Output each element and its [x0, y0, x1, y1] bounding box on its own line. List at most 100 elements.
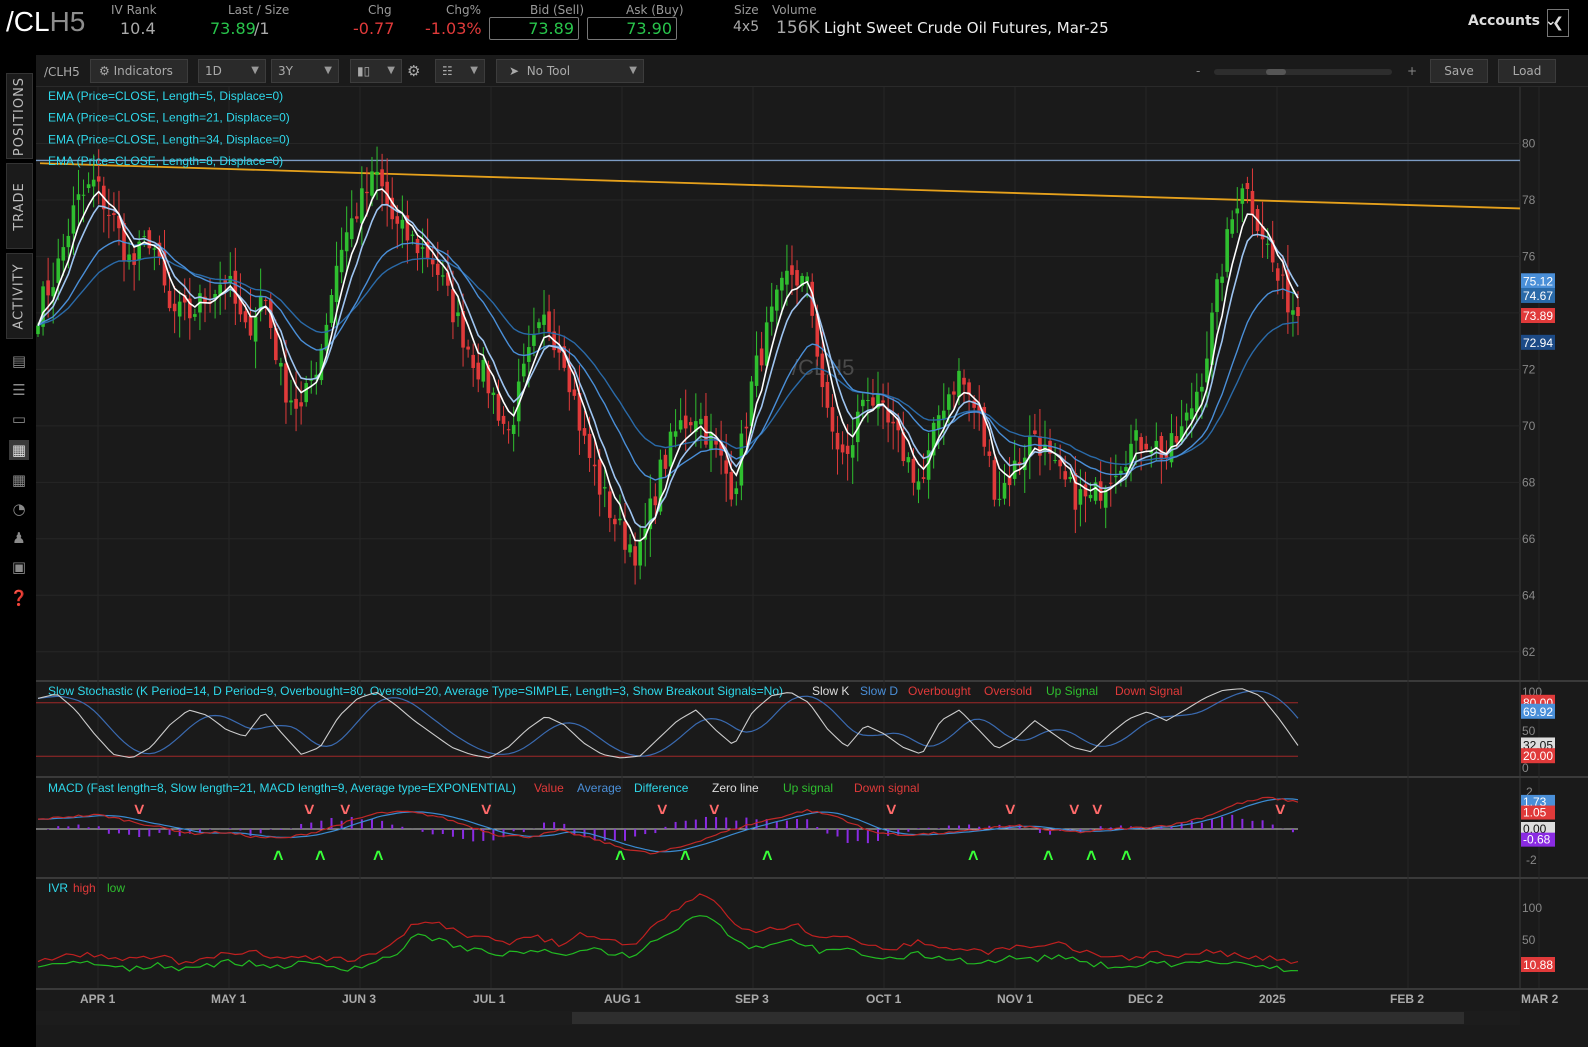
candle-body: [987, 451, 992, 456]
candle-body: [506, 429, 511, 431]
candle-body: [633, 546, 637, 566]
candle-body: [957, 370, 961, 398]
gauge-icon[interactable]: ◔: [9, 499, 29, 519]
time-tick-label: FEB 2: [1390, 992, 1424, 1006]
candle-body: [299, 402, 303, 407]
tv-icon[interactable]: ▭: [9, 409, 29, 429]
candle-body: [962, 377, 966, 385]
time-tick-label: MAR 2: [1521, 992, 1559, 1006]
candle-body: [36, 325, 40, 335]
price-tick-label: 62: [1522, 645, 1536, 659]
stochastic-legend-entry: Oversold: [984, 684, 1032, 698]
people-icon[interactable]: ♟: [9, 528, 29, 548]
ivr-legend-high: high: [73, 881, 96, 895]
calendar-icon[interactable]: ▣: [9, 557, 29, 577]
candle-body: [891, 421, 895, 424]
candle-body: [1245, 183, 1250, 190]
macd-up-signal: ˄: [373, 846, 384, 866]
chart-canvas[interactable]: /CLH5 6264666870727476788075.1274.6773.8…: [36, 55, 1588, 1047]
candle-body: [81, 194, 86, 196]
candle-body: [400, 219, 405, 229]
chevron-left-icon: ❮: [1552, 15, 1564, 31]
time-tick-label: SEP 3: [735, 992, 769, 1006]
candle-body: [1230, 219, 1235, 234]
chart-icon[interactable]: ▦: [9, 440, 29, 460]
candle-body: [456, 312, 460, 317]
tab-activity-label: ACTIVITY: [12, 262, 28, 330]
last-size: /1: [254, 19, 270, 38]
tab-positions[interactable]: POSITIONS: [6, 73, 33, 159]
tab-trade[interactable]: TRADE: [6, 163, 33, 249]
macd-up-signal: ˄: [1121, 846, 1132, 866]
candle-body: [1265, 243, 1270, 245]
ivr-tick-label: 50: [1522, 933, 1536, 947]
ivr-title: IVR: [48, 881, 68, 895]
accounts-menu[interactable]: Accounts ⌄: [1468, 13, 1557, 29]
candle-body: [785, 270, 789, 285]
price-panel-bg: [36, 87, 1520, 680]
indicator-panel-bg: [36, 880, 1520, 988]
volume-label: Volume: [772, 3, 817, 17]
candle-body: [759, 348, 764, 366]
bid-button[interactable]: 73.89: [489, 17, 579, 40]
time-tick-label: JUN 3: [342, 992, 376, 1006]
price-tick-label: 66: [1522, 532, 1536, 546]
macd-down-signal: ˅: [1092, 800, 1103, 820]
candle-body: [466, 346, 470, 350]
time-tick-label: JUL 1: [473, 992, 506, 1006]
candle-body: [916, 481, 921, 490]
list-lines-icon[interactable]: ☰: [9, 380, 29, 400]
time-tick-label: NOV 1: [997, 992, 1033, 1006]
symbol-title[interactable]: /CLH5: [6, 6, 85, 38]
candle-body: [354, 216, 359, 219]
candle-body: [294, 398, 298, 409]
ask-button[interactable]: 73.90: [587, 17, 677, 40]
candle-body: [71, 205, 76, 234]
scrollbar-thumb[interactable]: [572, 1012, 1464, 1024]
candle-body: [1139, 437, 1143, 451]
macd-legend-entry: Up signal: [783, 781, 833, 795]
candle-body: [415, 238, 420, 254]
instrument-description: Light Sweet Crude Oil Futures, Mar-25: [824, 19, 1109, 37]
candle-body: [61, 247, 66, 261]
collapse-button[interactable]: ❮: [1547, 9, 1569, 37]
candle-body: [1281, 274, 1285, 276]
candle-body: [618, 518, 622, 521]
candle-body: [86, 184, 91, 189]
grid-icon[interactable]: ▦: [9, 470, 29, 490]
candle-body: [193, 314, 197, 317]
chgpct-label: Chg%: [446, 3, 482, 17]
candle-body: [441, 275, 445, 277]
candle-body: [76, 194, 81, 200]
macd-up-signal: ˄: [680, 846, 691, 866]
macd-title: MACD (Fast length=8, Slow length=21, MAC…: [48, 781, 516, 795]
candle-body: [481, 360, 486, 382]
candle-body: [744, 426, 749, 429]
candle-body: [1235, 208, 1240, 214]
candle-body: [668, 431, 673, 467]
stochastic-marker-label: 20.00: [1523, 749, 1553, 763]
candle-body: [774, 289, 779, 311]
candle-body: [344, 232, 349, 252]
chgpct-value: -1.03%: [425, 19, 482, 38]
size-label: Size: [734, 3, 759, 17]
stochastic-title: Slow Stochastic (K Period=14, D Period=9…: [48, 684, 783, 698]
help-icon[interactable]: ❓: [9, 588, 29, 608]
macd-down-signal: ˅: [340, 800, 351, 820]
candle-body: [947, 394, 951, 410]
candle-body: [840, 444, 845, 453]
list-icon[interactable]: ▤: [9, 351, 29, 371]
candle-body: [881, 400, 885, 403]
tab-positions-label: POSITIONS: [12, 76, 27, 156]
candle-body: [1220, 276, 1224, 283]
ema-legend-entry: EMA (Price=CLOSE, Length=8, Displace=0): [48, 154, 283, 168]
candle-body: [1124, 467, 1128, 472]
ema-legend-entry: EMA (Price=CLOSE, Length=34, Displace=0): [48, 132, 290, 146]
candle-body: [248, 315, 253, 336]
tab-activity[interactable]: ACTIVITY: [6, 253, 33, 339]
candle-body: [152, 248, 157, 250]
last-size-label: Last / Size: [228, 3, 290, 17]
candle-body: [1114, 476, 1118, 478]
candle-body: [501, 415, 506, 424]
candle-body: [395, 216, 400, 224]
